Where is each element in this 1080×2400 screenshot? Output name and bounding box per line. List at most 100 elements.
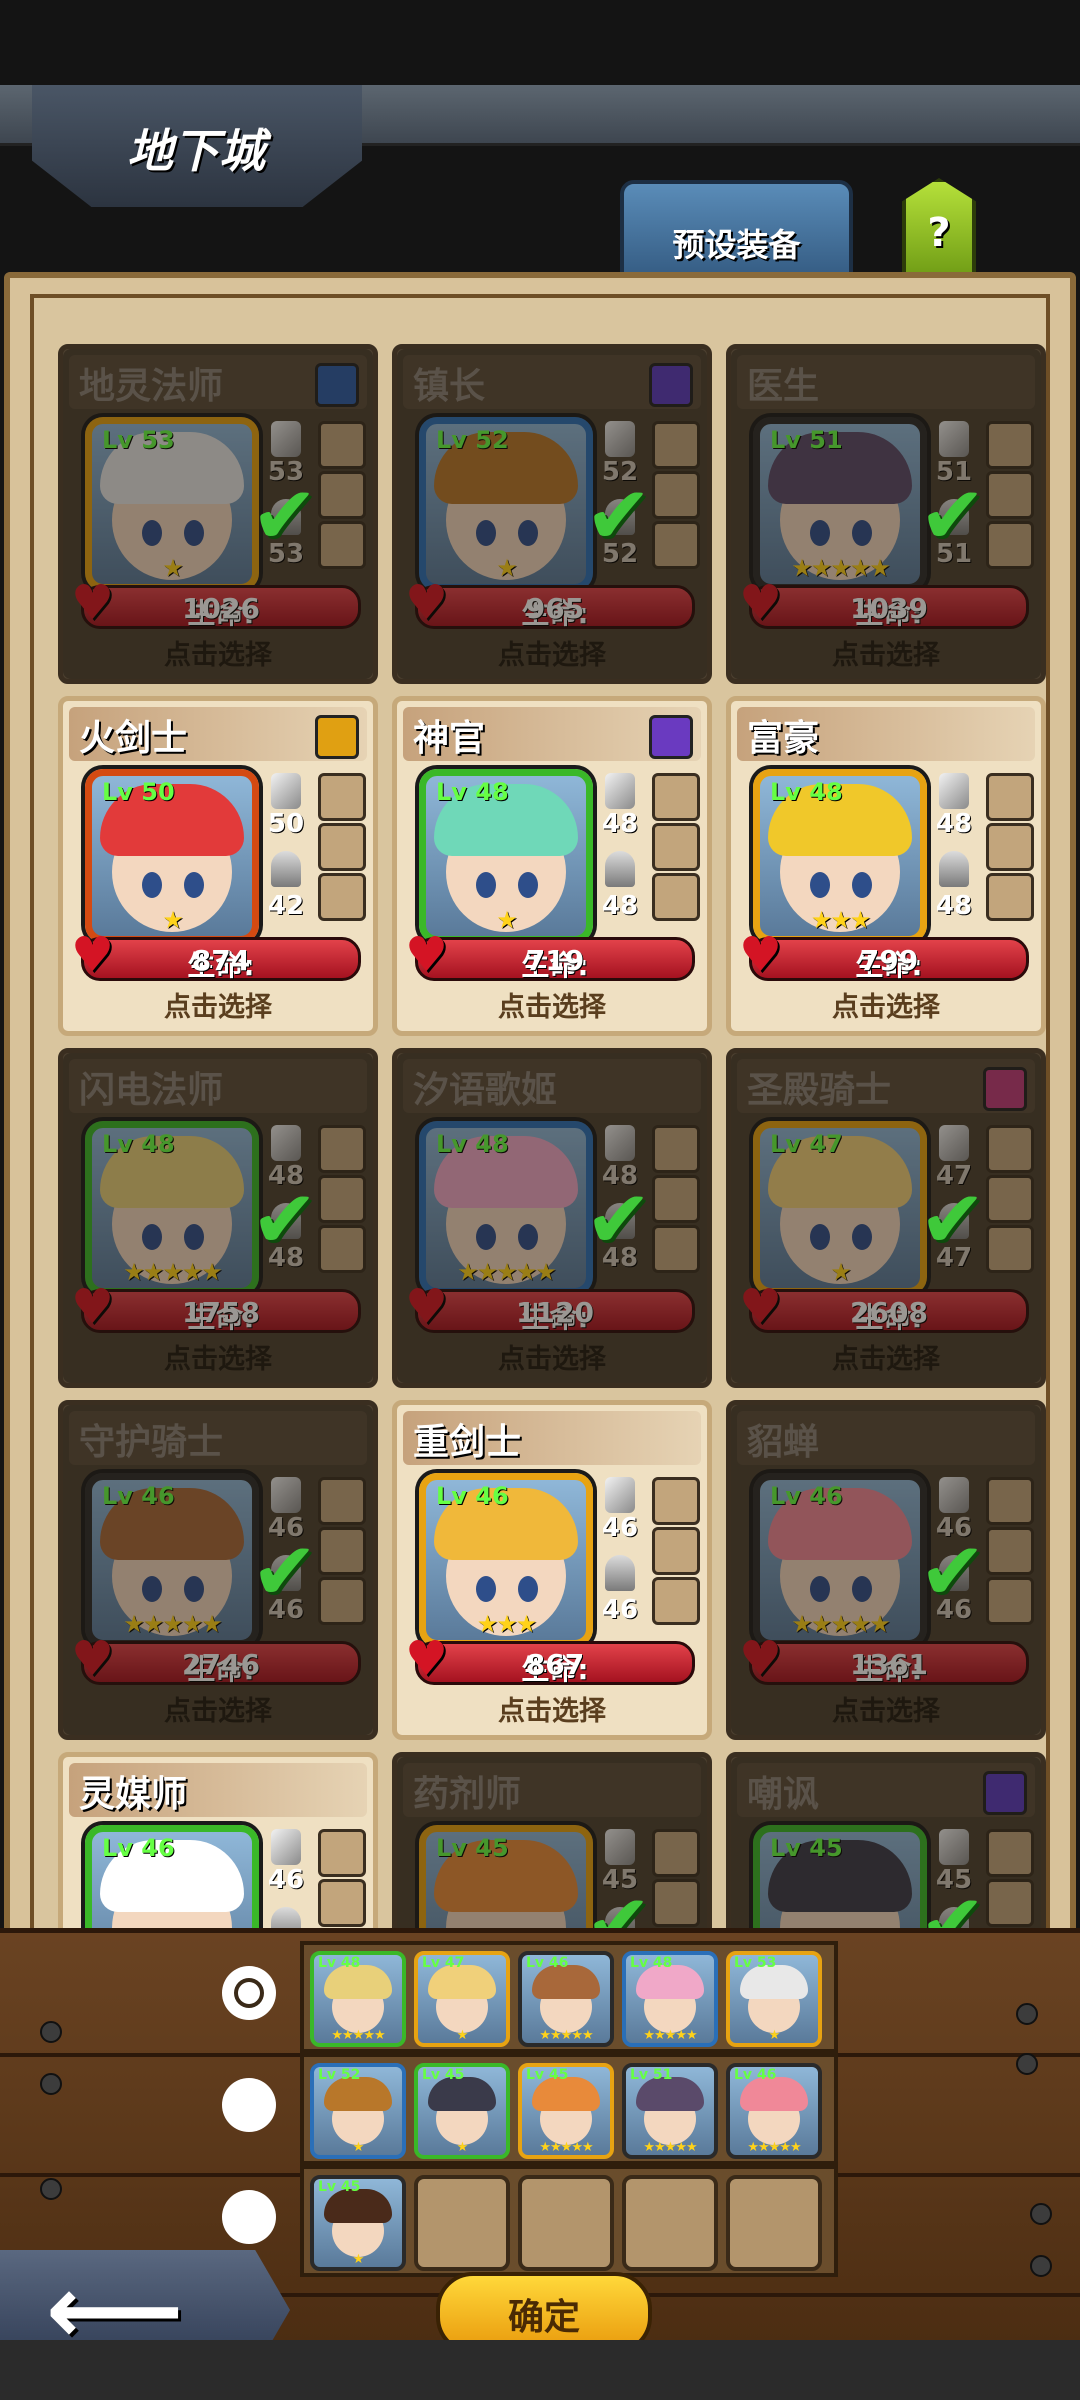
equip-slot[interactable]: [986, 521, 1034, 569]
hero-card[interactable]: 守护骑士 Lv 46 ★★★★★ 46 46 生命: 2746 ♥ 点击选择 ✔: [58, 1400, 378, 1740]
empty-team-slot[interactable]: [414, 2175, 510, 2271]
sword-icon: [605, 1477, 635, 1513]
empty-team-slot[interactable]: [726, 2175, 822, 2271]
select-hint[interactable]: 点击选择: [63, 633, 373, 672]
preset-equipment-tab[interactable]: 预设装备: [620, 180, 853, 283]
hero-card[interactable]: 医生 Lv 51 ★★★★★ 51 51 生命: 1039 ♥ 点击选择 ✔: [726, 344, 1046, 684]
equip-slot[interactable]: [318, 471, 366, 519]
check-icon: ✔: [585, 1173, 653, 1266]
hero-card[interactable]: 火剑士 Lv 50 ★ 50 42 生命: 874 ♥ 点击选择: [58, 696, 378, 1036]
team-member[interactable]: Lv 46 ★★★★★: [518, 1951, 614, 2047]
equip-slot[interactable]: [652, 1829, 700, 1877]
help-button[interactable]: ?: [902, 178, 976, 284]
select-hint[interactable]: 点击选择: [397, 633, 707, 672]
equip-slot[interactable]: [652, 471, 700, 519]
team-row: Lv 48 ★★★★★ Lv 47 ★ Lv 46 ★★★★★ Lv 48 ★★★★★ Lv 5…: [300, 1941, 838, 2053]
team-member[interactable]: Lv 45 ★★★★★: [518, 2063, 614, 2159]
equip-slot[interactable]: [318, 421, 366, 469]
team-member[interactable]: Lv 48 ★★★★★: [622, 1951, 718, 2047]
equip-slot[interactable]: [652, 1175, 700, 1223]
team-member[interactable]: Lv 53 ★: [726, 1951, 822, 2047]
equip-slot[interactable]: [318, 873, 366, 921]
equip-slot[interactable]: [318, 521, 366, 569]
empty-team-slot[interactable]: [622, 2175, 718, 2271]
hero-card[interactable]: 富豪 Lv 48 ★★★ 48 48 生命: 799 ♥ 点击选择: [726, 696, 1046, 1036]
equip-slot[interactable]: [652, 1477, 700, 1525]
equip-slot[interactable]: [652, 773, 700, 821]
select-hint[interactable]: 点击选择: [63, 1689, 373, 1728]
select-hint[interactable]: 点击选择: [63, 1337, 373, 1376]
equip-slot[interactable]: [652, 873, 700, 921]
hero-card[interactable]: 地灵法师 Lv 53 ★ 53 53 生命: 1026 ♥ 点击选择 ✔: [58, 344, 378, 684]
equip-slot[interactable]: [318, 1477, 366, 1525]
hero-level: Lv 51: [770, 426, 843, 454]
select-hint[interactable]: 点击选择: [63, 985, 373, 1024]
equip-slot[interactable]: [318, 773, 366, 821]
equip-slot[interactable]: [318, 1527, 366, 1575]
team-member[interactable]: Lv 46 ★★★★★: [726, 2063, 822, 2159]
team-member[interactable]: Lv 47 ★: [414, 1951, 510, 2047]
team-row: Lv 52 ★ Lv 45 ★ Lv 45 ★★★★★ Lv 51 ★★★★★ Lv 46 ★★★…: [300, 2053, 838, 2165]
equip-slot[interactable]: [986, 823, 1034, 871]
equip-slot[interactable]: [318, 823, 366, 871]
eye-icon: [476, 1224, 496, 1250]
equip-slot[interactable]: [986, 1527, 1034, 1575]
equip-slot[interactable]: [318, 1577, 366, 1625]
hero-card[interactable]: 貂蝉 Lv 46 ★★★★★ 46 46 生命: 1361 ♥ 点击选择 ✔: [726, 1400, 1046, 1740]
equip-slot[interactable]: [986, 1829, 1034, 1877]
equip-slot[interactable]: [652, 421, 700, 469]
equip-slot[interactable]: [318, 1125, 366, 1173]
select-hint[interactable]: 点击选择: [731, 1689, 1041, 1728]
equip-slot[interactable]: [652, 1125, 700, 1173]
equip-slot[interactable]: [652, 823, 700, 871]
team-member[interactable]: Lv 51 ★★★★★: [622, 2063, 718, 2159]
equip-slot[interactable]: [986, 1225, 1034, 1273]
hero-card[interactable]: 汐语歌姬 Lv 48 ★★★★★ 48 48 生命: 1120 ♥ 点击选择 ✔: [392, 1048, 712, 1388]
equip-slot[interactable]: [986, 873, 1034, 921]
team-member[interactable]: Lv 48 ★★★★★: [310, 1951, 406, 2047]
hero-card[interactable]: 神官 Lv 48 ★ 48 48 生命: 719 ♥ 点击选择: [392, 696, 712, 1036]
team-member[interactable]: Lv 45 ★: [310, 2175, 406, 2271]
select-hint[interactable]: 点击选择: [731, 985, 1041, 1024]
empty-team-slot[interactable]: [518, 2175, 614, 2271]
hero-card[interactable]: 重剑士 Lv 46 ★★★ 46 46 生命: 867 ♥ 点击选择: [392, 1400, 712, 1740]
hero-stars: ★: [162, 906, 184, 934]
select-hint[interactable]: 点击选择: [397, 1337, 707, 1376]
equip-slot[interactable]: [986, 421, 1034, 469]
equip-slot[interactable]: [652, 1527, 700, 1575]
equip-slot[interactable]: [652, 1225, 700, 1273]
team-member[interactable]: Lv 45 ★: [414, 2063, 510, 2159]
bottom-bar: [0, 2340, 1080, 2400]
select-hint[interactable]: 点击选择: [397, 1689, 707, 1728]
member-level: Lv 47: [422, 1955, 465, 1971]
equip-slot[interactable]: [318, 1175, 366, 1223]
equip-slot[interactable]: [986, 1477, 1034, 1525]
heart-icon: ♥: [405, 575, 449, 631]
select-hint[interactable]: 点击选择: [397, 985, 707, 1024]
equip-slot[interactable]: [986, 471, 1034, 519]
hero-card[interactable]: 闪电法师 Lv 48 ★★★★★ 48 48 生命: 1758 ♥ 点击选择 ✔: [58, 1048, 378, 1388]
hero-card[interactable]: 镇长 Lv 52 ★ 52 52 生命: 965 ♥ 点击选择 ✔: [392, 344, 712, 684]
member-level: Lv 46: [734, 2067, 777, 2083]
hp-bar: 生命: 1039: [749, 585, 1029, 630]
team-radio[interactable]: [222, 2190, 276, 2244]
select-hint[interactable]: 点击选择: [731, 1337, 1041, 1376]
team-radio[interactable]: [222, 1966, 276, 2020]
equip-slot[interactable]: [986, 1125, 1034, 1173]
equip-slot[interactable]: [986, 1175, 1034, 1223]
member-level: Lv 52: [318, 2067, 361, 2083]
equip-slot[interactable]: [986, 773, 1034, 821]
equip-slot[interactable]: [986, 1577, 1034, 1625]
select-hint[interactable]: 点击选择: [731, 633, 1041, 672]
team-radio[interactable]: [222, 2078, 276, 2132]
equip-slot[interactable]: [986, 1879, 1034, 1927]
team-member[interactable]: Lv 52 ★: [310, 2063, 406, 2159]
equip-slot[interactable]: [318, 1829, 366, 1877]
equip-slot[interactable]: [652, 521, 700, 569]
hero-card[interactable]: 圣殿骑士 Lv 47 ★ 47 47 生命: 2608 ♥ 点击选择 ✔: [726, 1048, 1046, 1388]
equip-slot[interactable]: [652, 1577, 700, 1625]
eye-icon: [810, 872, 830, 898]
equip-slot[interactable]: [318, 1225, 366, 1273]
equip-slot[interactable]: [652, 1879, 700, 1927]
equip-slot[interactable]: [318, 1879, 366, 1927]
